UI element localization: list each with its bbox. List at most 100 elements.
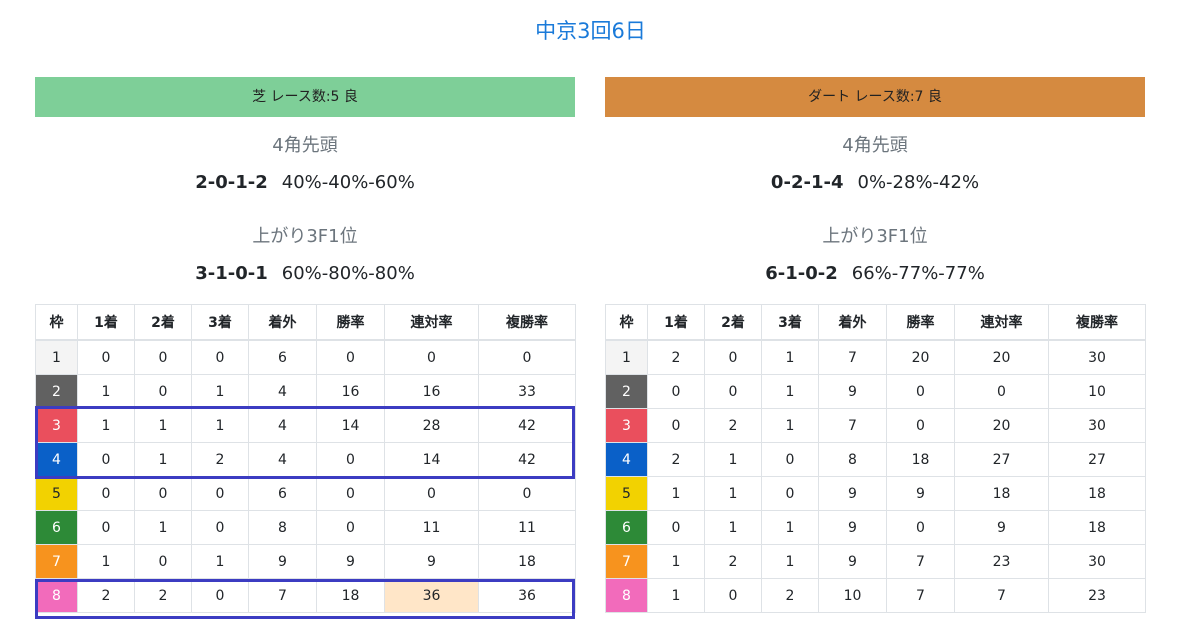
column-header-5: 勝率 (886, 304, 955, 341)
table-cell: 1 (134, 442, 192, 477)
table-cell: 0 (191, 510, 249, 545)
table-cell: 7 (886, 578, 955, 613)
column-header-5: 勝率 (316, 304, 385, 341)
table-cell: 4 (248, 442, 317, 477)
table-row: 4 2 1 0 8 18 27 27 (605, 442, 1146, 477)
dirt-last3f-stats: 6-1-0-2 66%-77%-77% (605, 262, 1145, 286)
column-header-1: 1着 (77, 304, 135, 341)
turf-header-row: 枠 1着 2着 3着 着外 勝率 連対率 複勝率 (35, 304, 576, 341)
table-cell: 0 (478, 339, 576, 375)
table-cell: 18 (1048, 476, 1146, 511)
table-cell: 16 (316, 374, 385, 409)
waku-cell: 8 (35, 578, 78, 613)
table-cell: 18 (1048, 510, 1146, 545)
waku-cell: 2 (605, 374, 648, 409)
column-header-6: 連対率 (954, 304, 1049, 341)
column-header-4: 着外 (248, 304, 317, 341)
table-cell: 0 (886, 374, 955, 409)
waku-cell: 6 (35, 510, 78, 545)
table-cell: 0 (316, 339, 385, 375)
table-cell: 0 (77, 442, 135, 477)
table-cell: 9 (316, 544, 385, 579)
turf-lead-label: 4角先頭 (272, 135, 338, 156)
column-header-2: 2着 (704, 304, 762, 341)
column-header-7: 複勝率 (478, 304, 576, 341)
waku-cell: 2 (35, 374, 78, 409)
waku-cell: 4 (605, 442, 648, 477)
table-cell: 0 (316, 476, 385, 511)
table-cell: 23 (1048, 578, 1146, 613)
column-header-0: 枠 (35, 304, 78, 341)
turf-header: 芝 レース数:5 良 (35, 77, 575, 117)
dirt-lead-label: 4角先頭 (842, 135, 908, 156)
table-cell: 4 (248, 408, 317, 443)
table-row: 8 1 0 2 10 7 7 23 (605, 578, 1146, 613)
dirt-last3f-percent: 66%-77%-77% (851, 263, 985, 284)
turf-table: 枠 1着 2着 3着 着外 勝率 連対率 複勝率 1 0 0 0 6 0 0 0 2 1 0 1 4 16 16 33 3 1 1… (35, 304, 576, 613)
table-cell: 0 (704, 374, 762, 409)
turf-last3f-percent: 60%-80%-80% (281, 263, 415, 284)
table-cell: 9 (818, 476, 887, 511)
table-row: 2 1 0 1 4 16 16 33 (35, 374, 576, 409)
table-row: 50006000 (35, 476, 576, 511)
table-cell: 1 (704, 510, 762, 545)
dirt-last3f-label: 上がり3F1位 (822, 226, 928, 247)
waku-cell: 6 (605, 510, 648, 545)
table-cell: 7 (818, 408, 887, 443)
table-cell: 14 (316, 408, 385, 443)
table-cell: 14 (384, 442, 479, 477)
table-row: 3 1 1 1 4 14 28 42 (35, 408, 576, 443)
dirt-panel: ダート レース数:7 良 4角先頭 0-2-1-4 0%-28%-42% 上がり3… (605, 77, 1146, 613)
table-row: 7 1 2 1 9 7 23 30 (605, 544, 1146, 579)
table-cell: 1 (761, 408, 819, 443)
table-row: 5 1 1 0 9 9 18 18 (605, 476, 1146, 511)
table-cell: 6 (248, 339, 317, 375)
table-cell: 10 (1048, 374, 1146, 409)
waku-cell: 4 (35, 442, 78, 477)
table-cell: 0 (134, 544, 192, 579)
table-cell: 0 (134, 339, 192, 375)
dirt-table: 枠 1着 2着 3着 着外 勝率 連対率 複勝率 1 2 0 1 7 20 20 30 2 0 0 1 9 0 0 10 3 0… (605, 304, 1146, 613)
table-cell: 1 (647, 544, 705, 579)
table-cell: 1 (761, 374, 819, 409)
table-cell: 30 (1048, 339, 1146, 375)
table-row: 4 0 1 2 4 0 14 42 (35, 442, 576, 477)
table-cell: 36 (478, 578, 576, 613)
table-row: 1 2 0 1 7 20 20 30 (605, 339, 1146, 375)
table-row: 3 0 2 1 7 0 20 30 (605, 408, 1146, 443)
table-cell: 0 (886, 510, 955, 545)
dirt-header: ダート レース数:7 良 (605, 77, 1145, 117)
table-cell: 20 (886, 339, 955, 375)
dirt-lead-percent: 0%-28%-42% (857, 172, 980, 193)
table-cell: 0 (954, 374, 1049, 409)
turf-lead-stats: 2-0-1-2 40%-40%-60% (35, 171, 575, 195)
table-cell: 7 (818, 339, 887, 375)
table-cell: 0 (316, 510, 385, 545)
table-cell: 23 (954, 544, 1049, 579)
table-cell: 0 (647, 408, 705, 443)
table-cell: 0 (191, 339, 249, 375)
column-header-3: 3着 (761, 304, 819, 341)
table-cell: 28 (384, 408, 479, 443)
table-row: 7 1 0 1 9 9 9 18 (35, 544, 576, 579)
waku-cell: 3 (35, 408, 78, 443)
waku-cell: 1 (35, 339, 78, 375)
table-row: 8 2 2 0 7 18 36 36 (35, 578, 576, 613)
table-cell: 0 (316, 442, 385, 477)
table-cell: 9 (818, 510, 887, 545)
dirt-lead-record: 0-2-1-4 (770, 172, 844, 193)
waku-cell: 5 (35, 476, 78, 511)
table-cell: 30 (1048, 544, 1146, 579)
table-cell: 0 (77, 476, 135, 511)
table-cell: 1 (647, 476, 705, 511)
column-header-0: 枠 (605, 304, 648, 341)
turf-panel: 芝 レース数:5 良 4角先頭 2-0-1-2 40%-40%-60% 上がり3F… (35, 77, 576, 619)
table-cell: 1 (647, 578, 705, 613)
table-cell: 18 (478, 544, 576, 579)
table-cell: 2 (77, 578, 135, 613)
table-cell: 2 (134, 578, 192, 613)
table-cell: 0 (134, 374, 192, 409)
table-cell: 1 (134, 510, 192, 545)
page-title: 中京3回6日 (535, 19, 646, 43)
table-cell: 9 (384, 544, 479, 579)
